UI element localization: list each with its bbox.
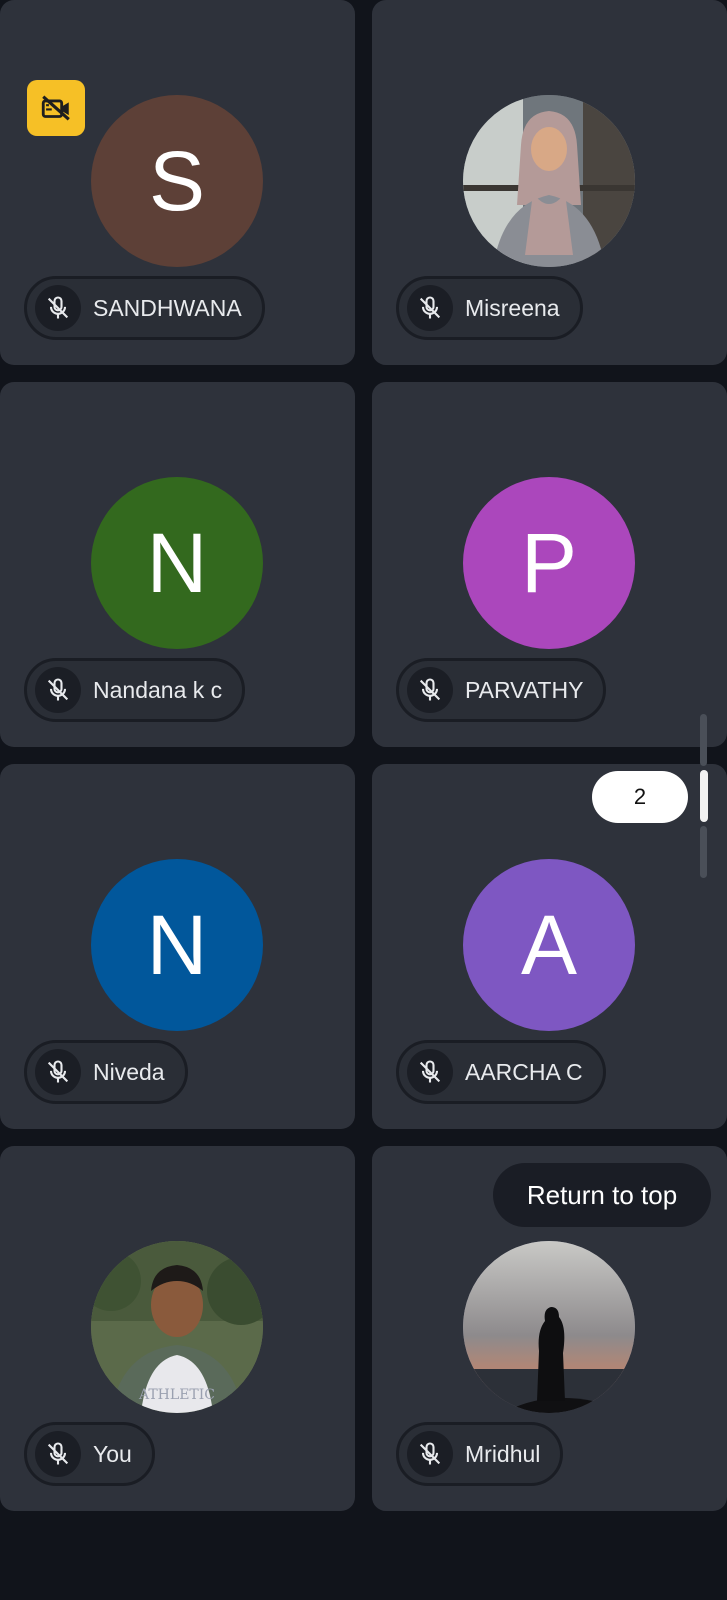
- participant-name: PARVATHY: [465, 676, 584, 703]
- participant-tile[interactable]: S SANDHWANA: [0, 0, 355, 365]
- video-off-icon: [41, 95, 70, 121]
- participant-tile[interactable]: N Niveda: [0, 764, 355, 1129]
- name-pill: You: [24, 1422, 155, 1486]
- avatar-photo: ATHLETIC: [91, 1241, 263, 1413]
- avatar: P: [463, 477, 635, 649]
- avatar-initial: A: [520, 897, 578, 992]
- participant-tile[interactable]: P PARVATHY: [372, 382, 727, 747]
- video-off-badge: [27, 80, 85, 136]
- avatar-photo: [463, 1241, 635, 1413]
- avatar: N: [91, 859, 263, 1031]
- meeting-grid: S SANDHWANA Misreena N Nandana k c P PAR…: [0, 0, 727, 1600]
- avatar: S: [91, 95, 263, 267]
- scrollbar-track-top[interactable]: [700, 714, 707, 766]
- participant-name: Niveda: [93, 1058, 165, 1085]
- mic-off-icon: [407, 1049, 453, 1095]
- participant-name: Nandana k c: [93, 676, 223, 703]
- mic-off-icon: [35, 667, 81, 713]
- avatar-initial: P: [520, 515, 578, 610]
- avatar-initial: N: [146, 897, 208, 992]
- mic-off-icon: [35, 285, 81, 331]
- name-pill: Nandana k c: [24, 658, 246, 722]
- return-to-top-button[interactable]: Return to top: [493, 1163, 711, 1227]
- mic-off-icon: [407, 1431, 453, 1477]
- name-pill: Mridhul: [396, 1422, 564, 1486]
- name-pill: AARCHA C: [396, 1040, 606, 1104]
- participant-name: You: [93, 1440, 132, 1467]
- svg-text:ATHLETIC: ATHLETIC: [138, 1387, 215, 1403]
- name-pill: SANDHWANA: [24, 276, 265, 340]
- participant-tile[interactable]: ATHLETIC You: [0, 1146, 355, 1511]
- scrollbar-thumb[interactable]: [700, 770, 708, 822]
- mic-off-icon: [407, 285, 453, 331]
- participant-tile[interactable]: N Nandana k c: [0, 382, 355, 747]
- participant-tile[interactable]: Misreena: [372, 0, 727, 365]
- mic-off-icon: [35, 1431, 81, 1477]
- avatar: N: [91, 477, 263, 649]
- participant-name: AARCHA C: [465, 1058, 583, 1085]
- participant-name: Mridhul: [465, 1440, 541, 1467]
- avatar-photo: [463, 95, 635, 267]
- mic-off-icon: [35, 1049, 81, 1095]
- name-pill: PARVATHY: [396, 658, 607, 722]
- avatar-initial: N: [146, 515, 208, 610]
- scrollbar-track-bottom[interactable]: [700, 826, 707, 878]
- page-indicator: 2: [592, 771, 688, 823]
- avatar-initial: S: [148, 133, 206, 228]
- mic-off-icon: [407, 667, 453, 713]
- avatar: A: [463, 859, 635, 1031]
- profile-photo: [463, 95, 635, 267]
- name-pill: Niveda: [24, 1040, 188, 1104]
- participant-name: SANDHWANA: [93, 294, 242, 321]
- profile-photo: ATHLETIC: [91, 1241, 263, 1413]
- participant-name: Misreena: [465, 294, 560, 321]
- name-pill: Misreena: [396, 276, 583, 340]
- profile-photo: [463, 1241, 635, 1413]
